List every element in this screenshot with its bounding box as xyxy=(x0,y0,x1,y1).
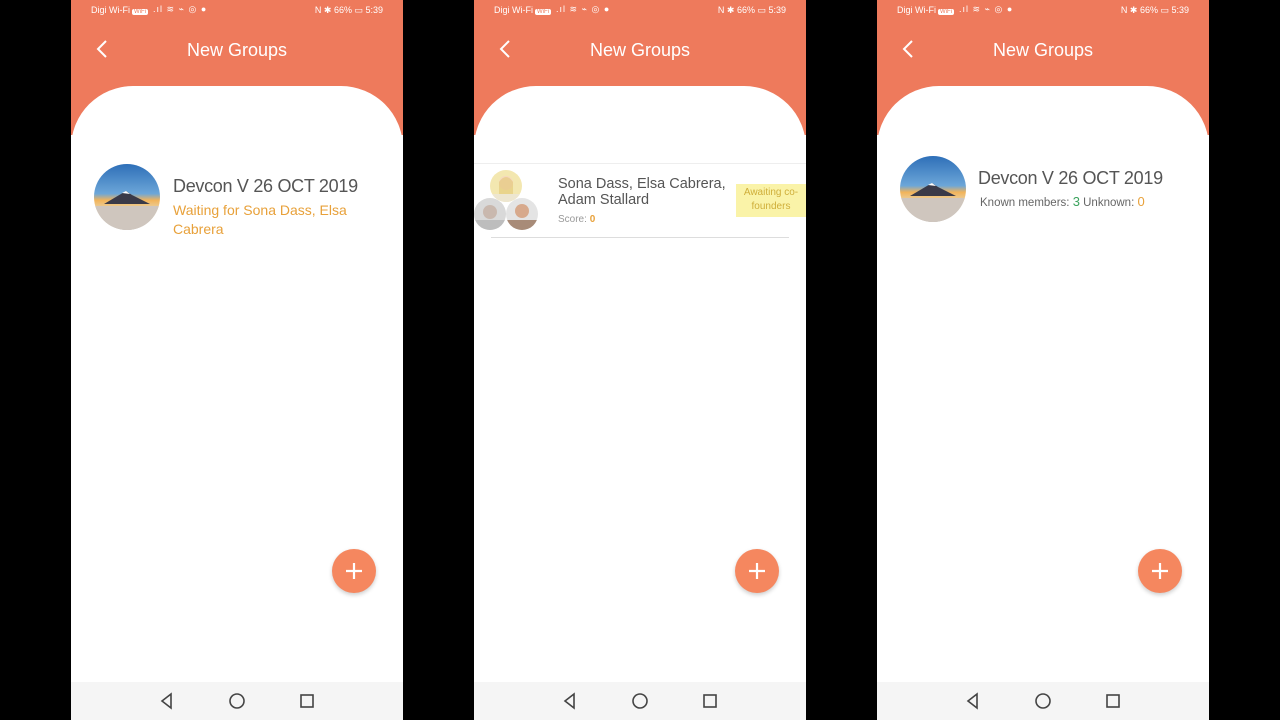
known-members-count: 3 xyxy=(1072,194,1080,209)
nav-back-icon[interactable] xyxy=(560,691,580,711)
system-nav-bar xyxy=(474,682,806,720)
status-badge: Awaiting co-founders xyxy=(736,184,806,217)
nav-back-icon[interactable] xyxy=(963,691,983,711)
group-avatar xyxy=(900,156,966,222)
nav-back-icon[interactable] xyxy=(157,691,177,711)
status-right: N ✱ 66% ▭ 5:39 xyxy=(1120,5,1189,15)
status-bar: Digi Wi-Fi WiFi .ıl ≋ ⌁ ◎ ● N ✱ 66% ▭ 5:3… xyxy=(877,4,1209,20)
nav-recents-icon[interactable] xyxy=(297,691,317,711)
add-icon xyxy=(346,563,362,579)
page-title: New Groups xyxy=(992,40,1094,60)
add-icon xyxy=(749,563,765,579)
add-icon xyxy=(1152,563,1168,579)
member-avatar xyxy=(506,198,538,230)
group-name: Devcon V 26 OCT 2019 xyxy=(173,176,358,196)
status-bar: Digi Wi-Fi WiFi .ıl ≋ ⌁ ◎ ● N ✱ 66% ▭ 5:3… xyxy=(71,4,403,20)
carrier-label: Digi Wi-Fi WiFi xyxy=(897,5,954,15)
system-nav-bar xyxy=(71,682,403,720)
known-members-label: Known members: xyxy=(980,197,1070,209)
status-right: N ✱ 66% ▭ 5:39 xyxy=(314,5,383,15)
member-names: Sona Dass, Elsa Cabrera, Adam Stallard xyxy=(558,176,726,208)
phone-screen-2: Digi Wi-Fi WiFi .ıl ≋ ⌁ ◎ ● N ✱ 66% ▭ 5:3… xyxy=(474,0,806,720)
phone-screen-1: Digi Wi-Fi WiFi .ıl ≋ ⌁ ◎ ● N ✱ 66% ▭ 5:3… xyxy=(71,0,403,720)
status-bar: Digi Wi-Fi WiFi .ıl ≋ ⌁ ◎ ● N ✱ 66% ▭ 5:3… xyxy=(474,4,806,20)
group-list-item[interactable]: Sona Dass, Elsa Cabrera, Adam Stallard S… xyxy=(474,163,806,238)
nav-home-icon[interactable] xyxy=(630,691,650,711)
status-icons: .ıl ≋ ⌁ ◎ ● xyxy=(959,4,1014,14)
add-group-button[interactable] xyxy=(1138,549,1182,593)
add-group-button[interactable] xyxy=(332,549,376,593)
row-divider xyxy=(491,237,789,238)
group-avatar xyxy=(94,164,160,230)
status-icons: .ıl ≋ ⌁ ◎ ● xyxy=(556,4,611,14)
system-nav-bar xyxy=(877,682,1209,720)
page-title: New Groups xyxy=(186,40,288,60)
nav-recents-icon[interactable] xyxy=(1103,691,1123,711)
group-score: Score: 0 xyxy=(558,214,596,225)
carrier-label: Digi Wi-Fi WiFi xyxy=(494,5,551,15)
nav-home-icon[interactable] xyxy=(227,691,247,711)
carrier-label: Digi Wi-Fi WiFi xyxy=(91,5,148,15)
phone-screen-3: Digi Wi-Fi WiFi .ıl ≋ ⌁ ◎ ● N ✱ 66% ▭ 5:3… xyxy=(877,0,1209,720)
waiting-status: Waiting for Sona Dass, Elsa Cabrera xyxy=(173,202,347,237)
add-group-button[interactable] xyxy=(735,549,779,593)
group-name: Devcon V 26 OCT 2019 xyxy=(978,168,1163,188)
nav-recents-icon[interactable] xyxy=(700,691,720,711)
unknown-members-label: Unknown: xyxy=(1083,197,1135,209)
member-avatar xyxy=(474,198,506,230)
member-avatar xyxy=(490,170,522,202)
member-counts: Known members: 3 Unknown: 0 xyxy=(980,194,1145,209)
status-right: N ✱ 66% ▭ 5:39 xyxy=(717,5,786,15)
nav-home-icon[interactable] xyxy=(1033,691,1053,711)
unknown-members-count: 0 xyxy=(1137,194,1145,209)
page-title: New Groups xyxy=(589,40,691,60)
status-icons: .ıl ≋ ⌁ ◎ ● xyxy=(153,4,208,14)
